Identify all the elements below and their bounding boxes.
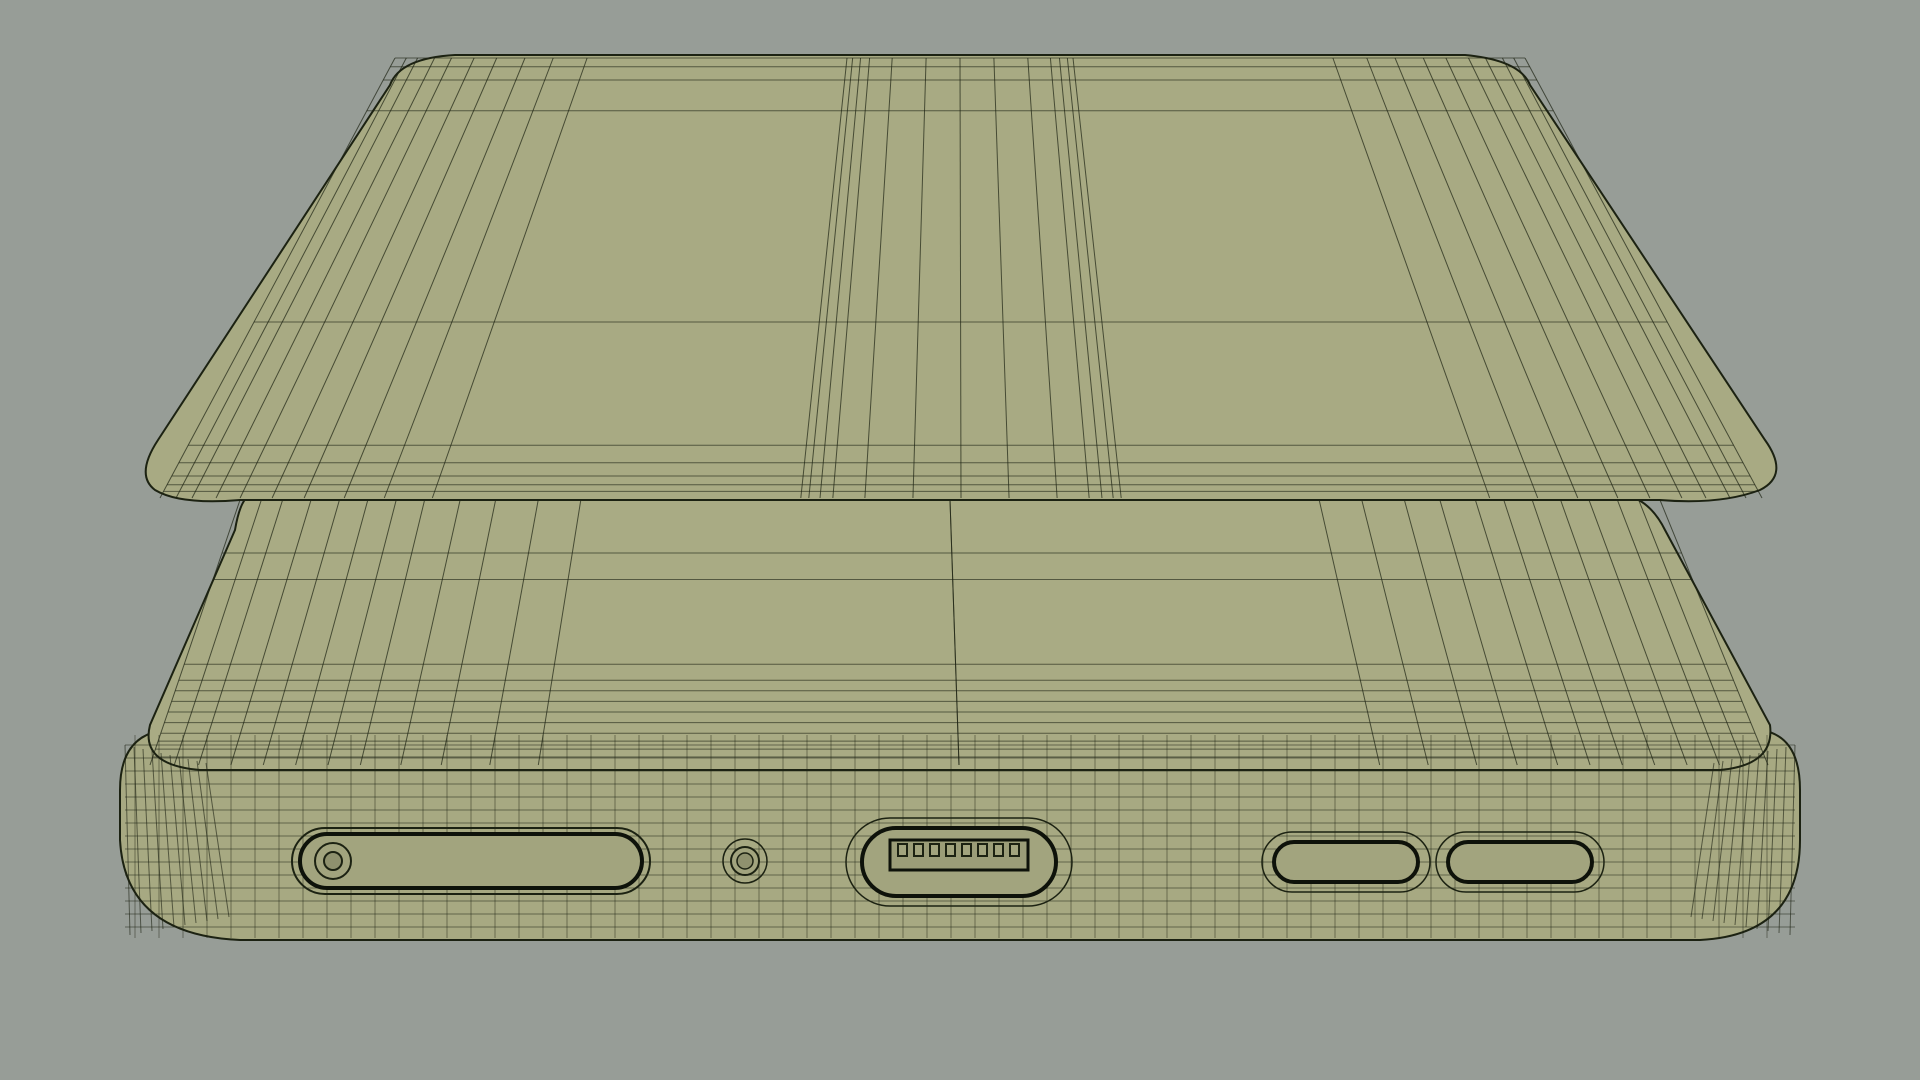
usb-c-pin (897, 843, 908, 857)
usb-c-port-icon (845, 817, 1073, 907)
back-plate[interactable] (144, 54, 1778, 503)
usb-c-pin (913, 843, 924, 857)
phone-body-screen-face (147, 494, 1772, 771)
usb-c-pin (961, 843, 972, 857)
usb-c-pin (929, 843, 940, 857)
phone-body[interactable] (119, 494, 1801, 941)
usb-c-pin (1009, 843, 1020, 857)
usb-c-pin (977, 843, 988, 857)
usb-c-pin (945, 843, 956, 857)
sim-tray-icon (291, 827, 651, 895)
3d-viewport[interactable] (0, 0, 1920, 1080)
phone-model-render[interactable] (0, 0, 1920, 1080)
usb-c-pin (993, 843, 1004, 857)
